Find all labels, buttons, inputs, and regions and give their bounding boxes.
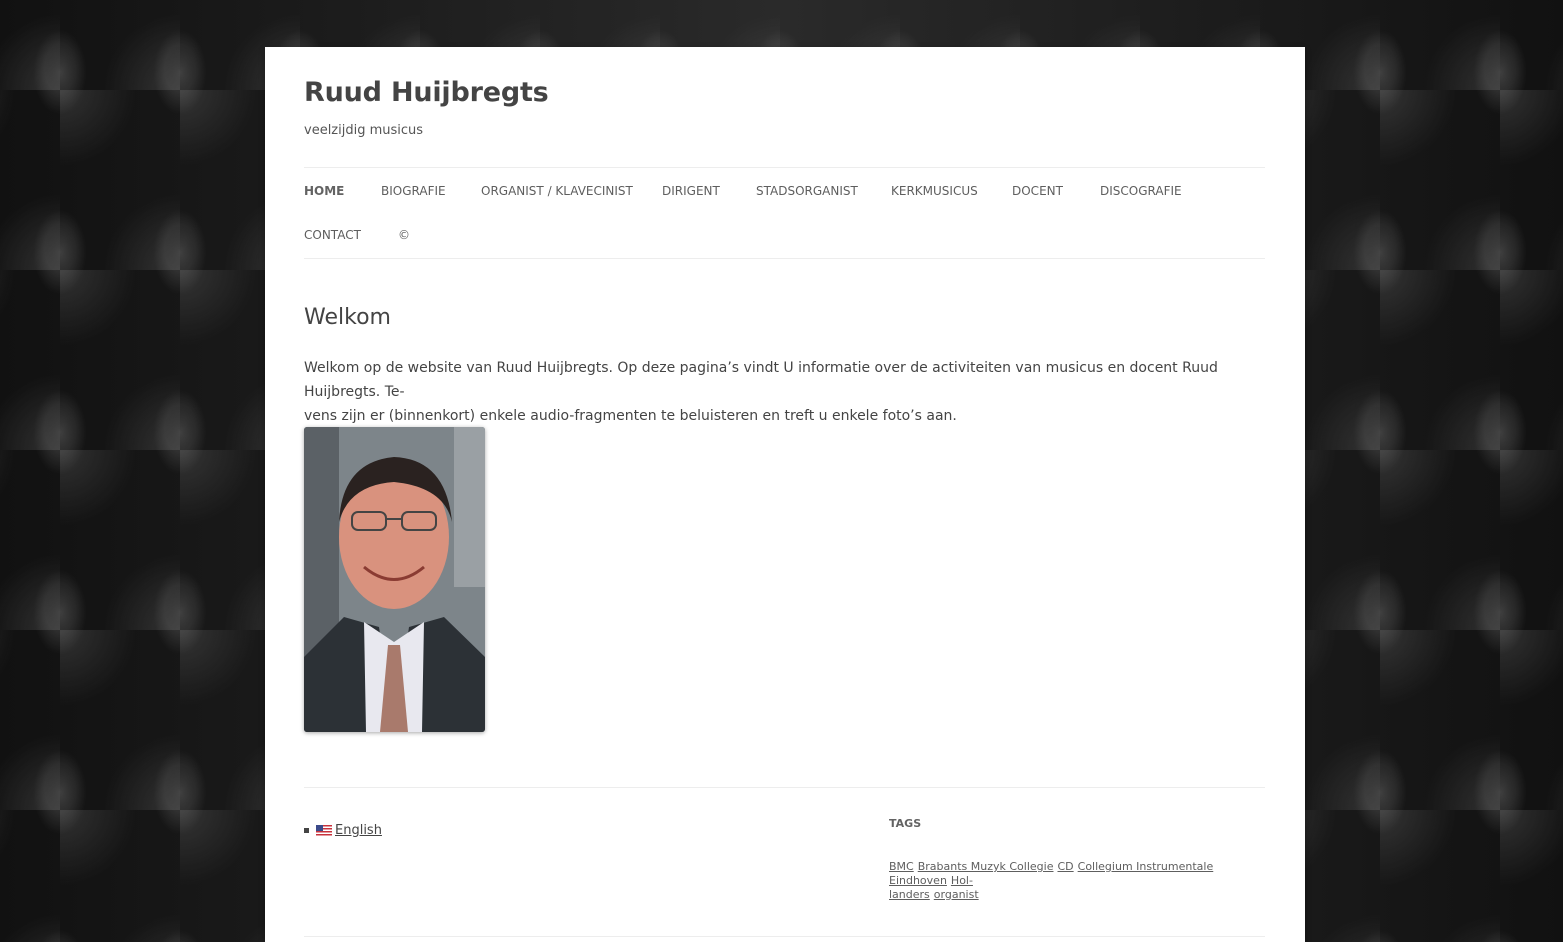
entry-text-line-2: vens zijn er (binnenkort) enkele audio-f…	[304, 408, 957, 424]
site-title[interactable]: Ruud Huijbregts	[304, 77, 549, 108]
portrait-illustration	[304, 427, 485, 732]
tag-link[interactable]: BMC	[889, 860, 914, 873]
entry-text-line-1: Welkom op de website van Ruud Huijbregts…	[304, 360, 1218, 400]
portrait-photo	[304, 427, 485, 732]
nav-item-discografie[interactable]: DISCOGRAFIE	[1100, 184, 1182, 198]
footer-divider-top	[304, 787, 1265, 788]
nav-item-stadsorganist[interactable]: STADSORGANIST	[756, 184, 858, 198]
language-link-english[interactable]: English	[335, 823, 382, 838]
us-flag-icon	[316, 825, 332, 836]
tag-link[interactable]: CD	[1057, 860, 1073, 873]
nav-item-organist-klavecinist[interactable]: ORGANIST / KLAVECINIST	[481, 184, 633, 198]
tag-link[interactable]: organist	[934, 888, 979, 901]
main-navigation: HOME BIOGRAFIE ORGANIST / KLAVECINIST DI…	[304, 167, 1265, 259]
nav-item-biografie[interactable]: BIOGRAFIE	[381, 184, 446, 198]
nav-item-dirigent[interactable]: DIRIGENT	[662, 184, 720, 198]
page-container: Ruud Huijbregts veelzijdig musicus HOME …	[265, 47, 1305, 942]
tag-link[interactable]: Brabants Muzyk Collegie	[918, 860, 1054, 873]
tag-cloud: BMC Brabants Muzyk Collegie CD Collegium In…	[889, 860, 1265, 902]
nav-item-kerkmusicus[interactable]: KERKMUSICUS	[891, 184, 978, 198]
page-title: Welkom	[304, 305, 391, 330]
nav-item-docent[interactable]: DOCENT	[1012, 184, 1063, 198]
footer-divider-bottom	[304, 936, 1265, 937]
nav-item-contact[interactable]: CONTACT	[304, 228, 361, 242]
site-description: veelzijdig musicus	[304, 123, 424, 138]
nav-item-home[interactable]: HOME	[304, 184, 344, 198]
language-switcher: English	[304, 823, 382, 838]
tag-link[interactable]: landers	[889, 888, 930, 901]
entry-content: Welkom op de website van Ruud Huijbregts…	[304, 356, 1265, 428]
nav-item-copyright[interactable]: ©	[398, 228, 410, 242]
tags-heading: TAGS	[889, 817, 922, 830]
bullet-icon	[304, 828, 309, 833]
tag-link[interactable]: Hol-	[951, 874, 973, 887]
